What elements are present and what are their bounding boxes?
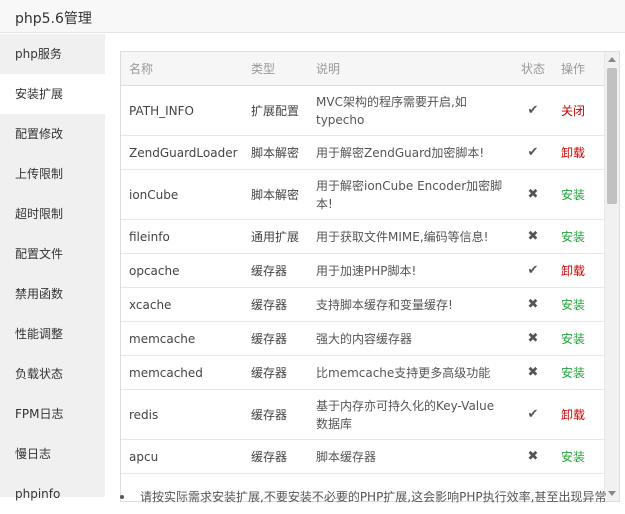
extension-name: xcache xyxy=(121,287,243,322)
sidebar-item-install-extensions[interactable]: 安装扩展 xyxy=(0,74,105,114)
sidebar-item-load-status[interactable]: 负载状态 xyxy=(0,354,105,394)
extension-desc: 基于内存亦可持久化的Key-Value数据库 xyxy=(308,389,513,440)
extension-type: 扩展配置 xyxy=(243,85,308,136)
extension-desc: 强大的内容缓存器 xyxy=(308,321,513,356)
main-content: 名称 类型 说明 状态 操作 PATH_INFO 扩展配置 MVC架构的程序需要… xyxy=(105,34,625,504)
install-link[interactable]: 安装 xyxy=(553,439,605,474)
sidebar-item-upload-limit[interactable]: 上传限制 xyxy=(0,154,105,194)
status-check-icon: ✔ xyxy=(513,253,553,288)
column-header-desc: 说明 xyxy=(308,52,513,86)
table-row: fileinfo 通用扩展 用于获取文件MIME,编码等信息! ✖ 安装 xyxy=(121,219,605,254)
extension-name: ZendGuardLoader xyxy=(121,135,243,170)
extension-name: redis xyxy=(121,389,243,440)
install-link[interactable]: 安装 xyxy=(553,355,605,390)
window-titlebar: php5.6管理 xyxy=(0,0,625,33)
status-cross-icon: ✖ xyxy=(513,169,553,220)
table-scrollbar[interactable] xyxy=(604,52,619,501)
extension-name: memcache xyxy=(121,321,243,356)
scroll-up-arrow-icon[interactable] xyxy=(608,57,616,62)
window-title: php5.6管理 xyxy=(15,11,92,27)
status-check-icon: ✔ xyxy=(513,389,553,440)
status-check-icon: ✔ xyxy=(513,135,553,170)
column-header-status: 状态 xyxy=(513,52,553,86)
column-header-op: 操作 xyxy=(553,52,605,86)
extension-type: 缓存器 xyxy=(243,287,308,322)
extension-desc: 比memcache支持更多高级功能 xyxy=(308,355,513,390)
sidebar-item-fpm-log[interactable]: FPM日志 xyxy=(0,394,105,434)
table-header-row: 名称 类型 说明 状态 操作 xyxy=(121,52,605,86)
extension-name: opcache xyxy=(121,253,243,288)
extension-type: 缓存器 xyxy=(243,355,308,390)
sidebar: php服务 安装扩展 配置修改 上传限制 超时限制 配置文件 禁用函数 性能调整… xyxy=(0,34,105,501)
table-row: apcu 缓存器 脚本缓存器 ✖ 安装 xyxy=(121,439,605,474)
sidebar-item-config-edit[interactable]: 配置修改 xyxy=(0,114,105,154)
table-row: redis 缓存器 基于内存亦可持久化的Key-Value数据库 ✔ 卸载 xyxy=(121,389,605,440)
table-row: PATH_INFO 扩展配置 MVC架构的程序需要开启,如typecho ✔ 关… xyxy=(121,85,605,136)
install-link[interactable]: 安装 xyxy=(553,169,605,220)
sidebar-item-phpinfo[interactable]: phpinfo xyxy=(0,474,105,514)
disable-link[interactable]: 关闭 xyxy=(553,85,605,136)
scrollbar-thumb[interactable] xyxy=(607,68,617,204)
table-row: ZendGuardLoader 脚本解密 用于解密ZendGuard加密脚本! … xyxy=(121,135,605,170)
sidebar-item-slow-log[interactable]: 慢日志 xyxy=(0,434,105,474)
extension-desc: 用于获取文件MIME,编码等信息! xyxy=(308,219,513,254)
sidebar-item-performance[interactable]: 性能调整 xyxy=(0,314,105,354)
uninstall-link[interactable]: 卸载 xyxy=(553,135,605,170)
column-header-type: 类型 xyxy=(243,52,308,86)
extension-type: 缓存器 xyxy=(243,439,308,474)
uninstall-link[interactable]: 卸载 xyxy=(553,389,605,440)
status-cross-icon: ✖ xyxy=(513,287,553,322)
extension-desc: MVC架构的程序需要开启,如typecho xyxy=(308,85,513,136)
sidebar-item-disabled-functions[interactable]: 禁用函数 xyxy=(0,274,105,314)
install-link[interactable]: 安装 xyxy=(553,321,605,356)
table-row: opcache 缓存器 用于加速PHP脚本! ✔ 卸载 xyxy=(121,253,605,288)
sidebar-item-timeout-limit[interactable]: 超时限制 xyxy=(0,194,105,234)
status-cross-icon: ✖ xyxy=(513,321,553,356)
extension-type: 缓存器 xyxy=(243,253,308,288)
extension-type: 缓存器 xyxy=(243,389,308,440)
extensions-table-container[interactable]: 名称 类型 说明 状态 操作 PATH_INFO 扩展配置 MVC架构的程序需要… xyxy=(120,51,620,502)
table-row: memcache 缓存器 强大的内容缓存器 ✖ 安装 xyxy=(121,321,605,356)
install-note-text: 请按实际需求安装扩展,不要安装不必要的PHP扩展,这会影响PHP执行效率,甚至出… xyxy=(140,490,607,504)
sidebar-item-php-service[interactable]: php服务 xyxy=(0,34,105,74)
extension-desc: 用于解密ionCube Encoder加密脚本! xyxy=(308,169,513,220)
install-link[interactable]: 安装 xyxy=(553,287,605,322)
extension-type: 缓存器 xyxy=(243,321,308,356)
extension-desc: 用于解密ZendGuard加密脚本! xyxy=(308,135,513,170)
extension-name: fileinfo xyxy=(121,219,243,254)
extension-name: ionCube xyxy=(121,169,243,220)
table-row: xcache 缓存器 支持脚本缓存和变量缓存! ✖ 安装 xyxy=(121,287,605,322)
table-row: ionCube 脚本解密 用于解密ionCube Encoder加密脚本! ✖ … xyxy=(121,169,605,220)
extension-type: 脚本解密 xyxy=(243,169,308,220)
status-check-icon: ✔ xyxy=(513,85,553,136)
status-cross-icon: ✖ xyxy=(513,355,553,390)
table-row: memcached 缓存器 比memcache支持更多高级功能 ✖ 安装 xyxy=(121,355,605,390)
install-link[interactable]: 安装 xyxy=(553,219,605,254)
extension-name: apcu xyxy=(121,439,243,474)
extension-desc: 脚本缓存器 xyxy=(308,439,513,474)
extension-type: 通用扩展 xyxy=(243,219,308,254)
sidebar-item-config-file[interactable]: 配置文件 xyxy=(0,234,105,274)
extension-type: 脚本解密 xyxy=(243,135,308,170)
status-cross-icon: ✖ xyxy=(513,219,553,254)
column-header-name: 名称 xyxy=(121,52,243,86)
uninstall-link[interactable]: 卸载 xyxy=(553,253,605,288)
extension-desc: 用于加速PHP脚本! xyxy=(308,253,513,288)
extension-name: memcached xyxy=(121,355,243,390)
status-cross-icon: ✖ xyxy=(513,439,553,474)
extension-name: PATH_INFO xyxy=(121,85,243,136)
extension-desc: 支持脚本缓存和变量缓存! xyxy=(308,287,513,322)
extensions-table: 名称 类型 说明 状态 操作 PATH_INFO 扩展配置 MVC架构的程序需要… xyxy=(121,52,605,474)
